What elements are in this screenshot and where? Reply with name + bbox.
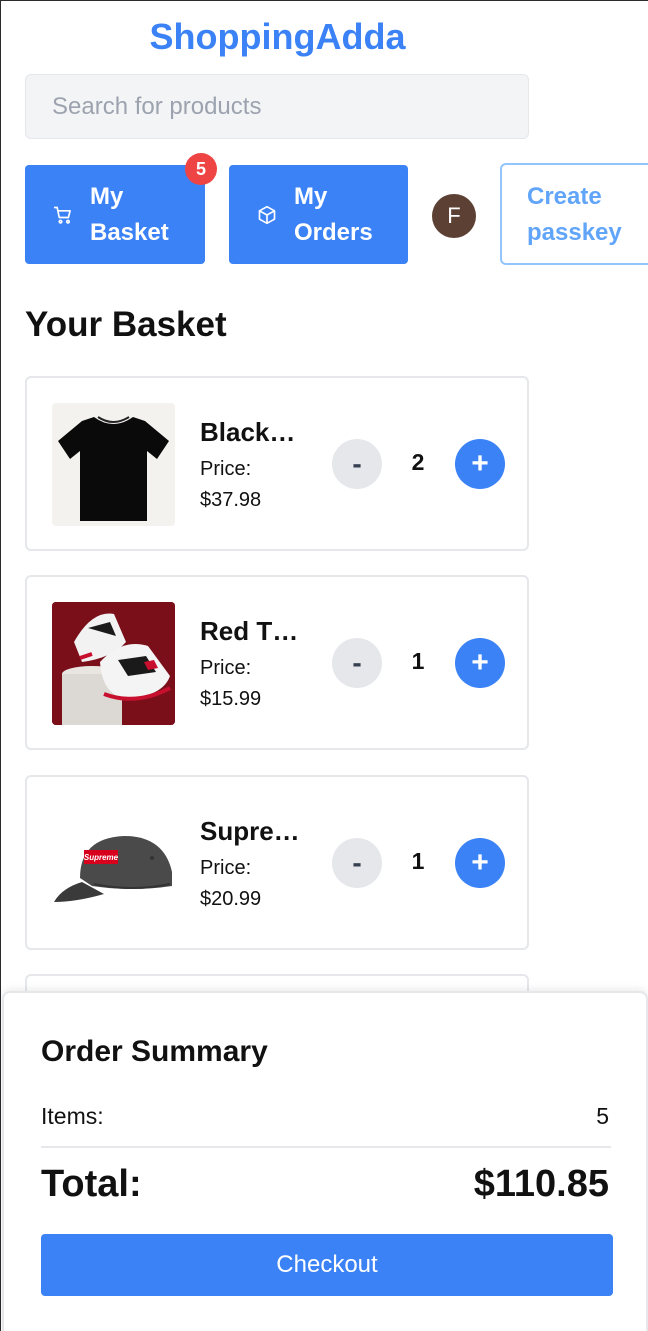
increase-quantity-button[interactable]: + [455,638,505,688]
increase-quantity-button[interactable]: + [455,439,505,489]
box-icon [256,204,278,226]
summary-divider [41,1146,611,1148]
total-label: Total: [41,1163,142,1205]
increase-quantity-button[interactable]: + [455,838,505,888]
orders-label-line1: My [294,182,328,210]
search-input[interactable] [25,74,529,139]
basket-label-line1: My [90,182,124,210]
price-label: Price: [200,458,252,480]
brand-logo[interactable]: ShoppingAdda [0,16,555,58]
quantity-value: 1 [411,848,425,874]
my-orders-button[interactable]: My Orders [229,165,408,264]
decrease-quantity-button[interactable]: - [332,838,382,888]
my-basket-button[interactable]: My Basket [25,165,205,264]
decrease-quantity-button[interactable]: - [332,638,382,688]
black-tshirt-image[interactable] [52,403,175,526]
product-price: $15.99 [200,688,262,710]
basket-count-badge: 5 [185,153,217,185]
product-name[interactable]: Supre… [200,816,310,847]
basket-item-card: Supreme Supre… Price: $20.99 - 1 + [25,775,529,950]
create-passkey-button[interactable]: Create passkey [500,163,648,265]
basket-heading: Your Basket [25,305,227,344]
price-label: Price: [200,657,252,679]
quantity-value: 1 [411,648,425,674]
basket-item-card: Red T… Price: $15.99 - 1 + [25,575,529,750]
quantity-value: 2 [411,449,425,475]
items-count: 5 [596,1103,609,1129]
price-label: Price: [200,857,252,879]
supreme-cap-image[interactable]: Supreme [52,802,175,925]
product-name[interactable]: Black… [200,417,310,448]
passkey-label-line1: Create [527,183,602,210]
items-label: Items: [41,1103,104,1129]
checkout-button[interactable]: Checkout [41,1234,613,1296]
basket-label-line2: Basket [90,218,169,246]
product-price: $37.98 [200,489,262,511]
product-price: $20.99 [200,888,262,910]
orders-label-line2: Orders [294,218,373,246]
user-avatar[interactable]: F [432,194,476,238]
cart-icon [52,204,74,226]
supreme-logo-text: Supreme [84,853,119,862]
order-summary-title: Order Summary [41,1035,268,1068]
total-amount: $110.85 [473,1163,609,1205]
product-name[interactable]: Red T… [200,616,310,647]
decrease-quantity-button[interactable]: - [332,439,382,489]
red-sneakers-image[interactable] [52,602,175,725]
passkey-label-line2: passkey [527,219,622,246]
basket-item-card: Black… Price: $37.98 - 2 + [25,376,529,551]
order-summary-panel: Order Summary Items: 5 Total: $110.85 Ch… [2,991,648,1331]
